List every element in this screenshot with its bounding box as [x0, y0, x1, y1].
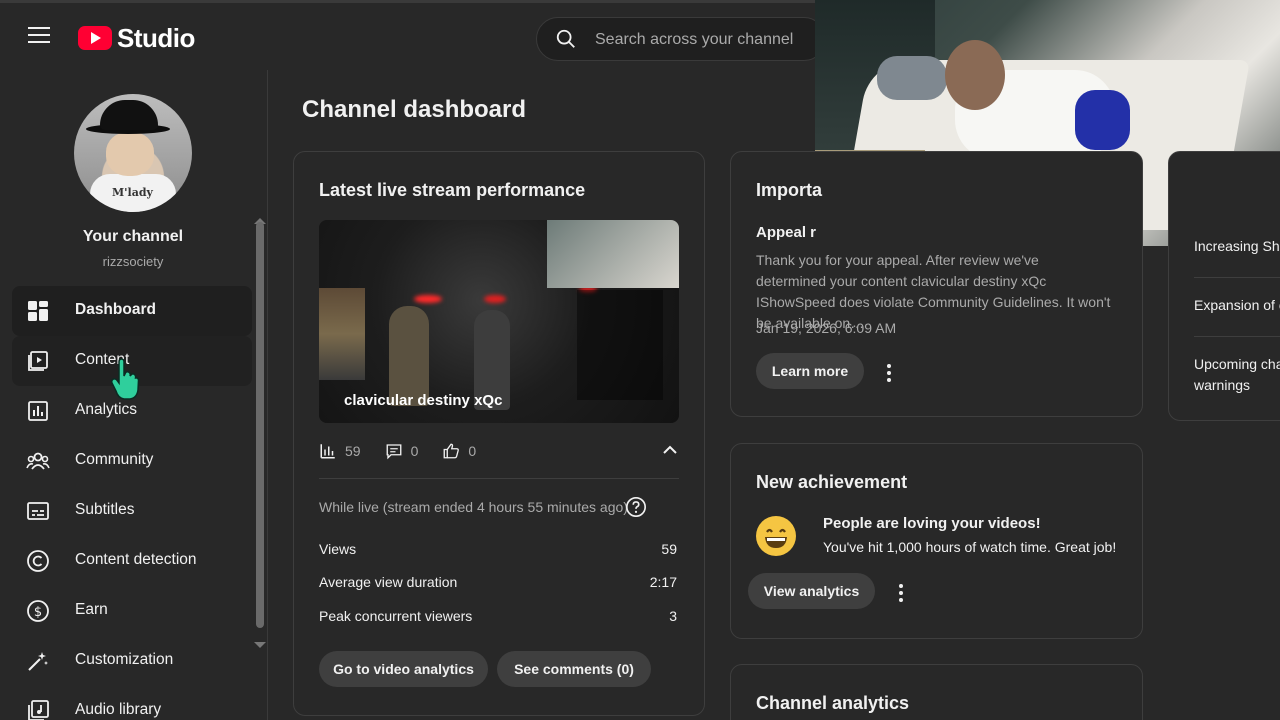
- sidebar-item-label: Customization: [75, 651, 174, 668]
- sidebar-item-content-detection[interactable]: Content detection: [12, 536, 252, 586]
- divider: [319, 478, 679, 479]
- channel-name: Your channel: [82, 228, 184, 245]
- sidebar-item-earn[interactable]: $ Earn: [12, 586, 252, 636]
- views-stat: 59: [319, 442, 361, 460]
- sidebar-item-dashboard[interactable]: Dashboard: [12, 286, 252, 336]
- more-vert-icon[interactable]: [891, 584, 911, 604]
- sidebar-item-label: Analytics: [75, 401, 138, 418]
- chevron-up-icon[interactable]: [662, 442, 678, 458]
- news-card: Increasing Sh Expansion of c Upcoming ch…: [1168, 151, 1280, 421]
- sidebar-item-label: Dashboard: [75, 301, 156, 318]
- sidebar-item-label: Content detection: [75, 551, 197, 568]
- svg-text:$: $: [34, 605, 42, 620]
- avatar-shirt-text: M'lady: [112, 186, 153, 199]
- channel-avatar[interactable]: M'lady: [74, 94, 192, 212]
- metric-value: 3: [669, 608, 677, 624]
- card-title: Channel analytics: [756, 693, 910, 713]
- sidebar-item-label: Audio library: [75, 701, 162, 718]
- thumbs-up-icon: [443, 443, 460, 459]
- sidebar-item-subtitles[interactable]: Subtitles: [12, 486, 252, 536]
- metric-label: Average view duration: [319, 574, 458, 590]
- new-achievement-card: New achievement People are loving your v…: [730, 443, 1143, 639]
- learn-more-button[interactable]: Learn more: [756, 353, 864, 389]
- webcam-pillow: [877, 56, 947, 100]
- comments-count: 0: [410, 443, 419, 459]
- customization-icon: [28, 652, 48, 671]
- search-input[interactable]: [595, 28, 815, 52]
- analytics-icon: [28, 401, 48, 421]
- youtube-studio-logo[interactable]: Studio: [78, 23, 195, 53]
- appeal-date: Jan 19, 2026, 6:09 AM: [756, 320, 897, 336]
- important-updates-card: Importa Appeal r Thank you for your appe…: [730, 151, 1143, 417]
- subtitles-icon: [27, 502, 49, 520]
- sidebar-item-customization[interactable]: Customization: [12, 636, 252, 686]
- video-title: clavicular destiny xQc: [344, 392, 503, 409]
- card-title: Importa: [756, 180, 823, 200]
- go-to-video-analytics-button[interactable]: Go to video analytics: [319, 651, 488, 687]
- likes-count: 0: [468, 443, 477, 459]
- appeal-title: Appeal r: [756, 224, 817, 241]
- likes-stat: 0: [442, 442, 476, 460]
- achievement-subtext: You've hit 1,000 hours of watch time. Gr…: [823, 539, 1117, 555]
- webcam-shorts: [1075, 90, 1130, 150]
- hand-cursor-icon: [110, 358, 140, 400]
- search-icon[interactable]: [555, 28, 577, 50]
- webcam-head: [945, 40, 1005, 110]
- sidebar-item-label: Subtitles: [75, 501, 135, 518]
- video-stats: 59 0 0: [319, 440, 500, 462]
- earn-icon: $: [27, 600, 49, 622]
- sidebar-item-label: Community: [75, 451, 154, 468]
- news-item[interactable]: Increasing Sh: [1194, 236, 1280, 257]
- news-item[interactable]: Upcoming cha warnings: [1194, 354, 1280, 396]
- page-title: Channel dashboard: [302, 96, 527, 123]
- live-stream-performance-card: Latest live stream performance clavicula…: [293, 151, 705, 716]
- news-item[interactable]: Expansion of c: [1194, 295, 1280, 316]
- channel-handle: rizzsociety: [102, 254, 164, 269]
- view-analytics-button[interactable]: View analytics: [748, 573, 875, 609]
- sidebar-scrollbar[interactable]: [256, 222, 264, 628]
- video-thumbnail[interactable]: clavicular destiny xQc: [319, 220, 679, 423]
- help-icon[interactable]: [625, 496, 647, 518]
- community-icon: [26, 452, 50, 470]
- metric-label: Peak concurrent viewers: [319, 608, 473, 624]
- see-comments-button[interactable]: See comments (0): [497, 651, 651, 687]
- card-title: Latest live stream performance: [319, 180, 586, 200]
- sidebar-item-community[interactable]: Community: [12, 436, 252, 486]
- metric-row: Views 59: [319, 541, 679, 557]
- logo-text: Studio: [117, 22, 195, 53]
- card-title: New achievement: [756, 472, 908, 492]
- more-vert-icon[interactable]: [879, 364, 899, 384]
- comment-icon: [386, 444, 402, 460]
- metric-label: Views: [319, 541, 357, 557]
- while-live-label: While live (stream ended 4 hours 55 minu…: [319, 499, 628, 515]
- sidebar-item-audio-library[interactable]: Audio library: [12, 686, 252, 720]
- youtube-play-icon: [78, 26, 112, 50]
- channel-analytics-card: Channel analytics: [730, 664, 1143, 720]
- achievement-heading: People are loving your videos!: [823, 515, 1041, 532]
- metric-row: Peak concurrent viewers 3: [319, 608, 679, 624]
- menu-icon[interactable]: [28, 27, 50, 45]
- bar-chart-icon: [320, 444, 335, 459]
- grinning-face-icon: [756, 516, 796, 556]
- metric-value: 59: [661, 541, 677, 557]
- copyright-icon: [27, 550, 49, 572]
- sidebar-nav: Dashboard Content Analytics Community Su…: [12, 286, 252, 720]
- search-box[interactable]: [536, 17, 826, 61]
- comments-stat: 0: [385, 442, 419, 460]
- metric-row: Average view duration 2:17: [319, 574, 679, 590]
- views-count: 59: [345, 443, 361, 459]
- dashboard-icon: [28, 301, 48, 321]
- sidebar-item-label: Earn: [75, 601, 108, 618]
- audio-library-icon: [28, 700, 49, 720]
- content-icon: [28, 351, 48, 371]
- scroll-down-arrow[interactable]: [254, 642, 266, 648]
- metric-value: 2:17: [649, 574, 677, 590]
